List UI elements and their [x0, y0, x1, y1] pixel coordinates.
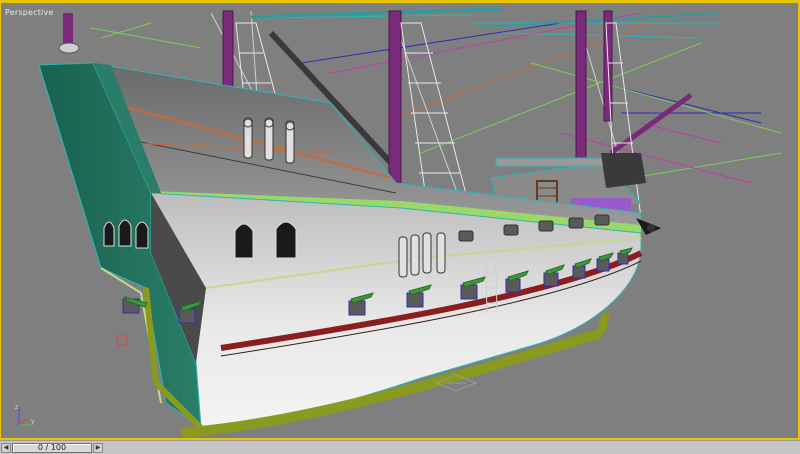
svg-text:z: z	[15, 404, 18, 411]
main-hull	[150, 192, 643, 438]
swivel-guns	[243, 117, 295, 164]
stern-lantern-icon	[115, 335, 129, 347]
svg-text:y: y	[31, 418, 35, 425]
ship-scene[interactable]	[1, 3, 800, 440]
viewport-label[interactable]: Perspective	[5, 8, 54, 17]
perspective-viewport[interactable]: Perspective z y	[0, 0, 800, 440]
timeline-bar[interactable]: ◀ 0 / 100 ▶	[0, 440, 800, 454]
arrow-right-icon[interactable]: ▶	[93, 443, 103, 453]
time-slider[interactable]: 0 / 100	[12, 443, 92, 453]
arrow-left-icon[interactable]: ◀	[1, 443, 11, 453]
axis-tripod-icon: z y	[15, 404, 35, 426]
